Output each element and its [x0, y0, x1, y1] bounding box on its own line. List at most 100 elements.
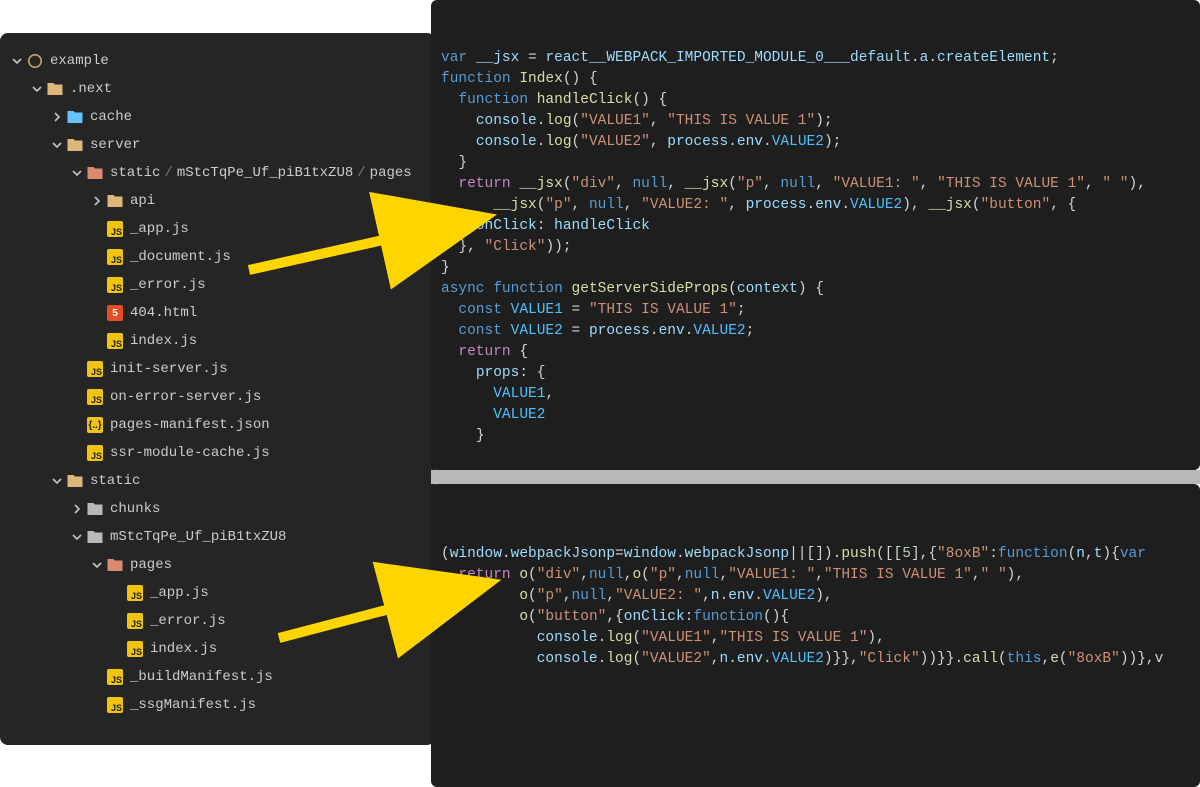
- tree-item--ssgmanifest-js[interactable]: JS_ssgManifest.js: [0, 691, 435, 719]
- code-line: console.log("VALUE1", "THIS IS VALUE 1")…: [441, 111, 1190, 132]
- tree-label: chunks: [110, 501, 160, 517]
- file-icon: [106, 192, 124, 210]
- code-line: }: [441, 258, 1190, 279]
- tree-label: .next: [70, 81, 112, 97]
- file-icon: JS: [86, 388, 104, 406]
- chevron-none-icon: [70, 390, 84, 404]
- chevron-none-icon: [90, 250, 104, 264]
- tree-label: index.js: [130, 333, 197, 349]
- file-icon: [66, 472, 84, 490]
- chevron-none-icon: [90, 334, 104, 348]
- code-line: console.log("VALUE2", process.env.VALUE2…: [441, 132, 1190, 153]
- tree-item--app-js[interactable]: JS _app.js: [0, 215, 435, 243]
- chevron-none-icon: [70, 362, 84, 376]
- tree-item--error-js[interactable]: JS_error.js: [0, 607, 435, 635]
- chevron-none-icon: [110, 586, 124, 600]
- file-icon: 5: [106, 304, 124, 322]
- tree-root[interactable]: example: [0, 47, 435, 75]
- file-icon: [86, 164, 104, 182]
- tree-item-ssr-module-cache-js[interactable]: JS ssr-module-cache.js: [0, 439, 435, 467]
- tree-item--error-js[interactable]: JS _error.js: [0, 271, 435, 299]
- code-line: props: {: [441, 363, 1190, 384]
- file-icon: JS: [106, 220, 124, 238]
- tree-label: mStcTqPe_Uf_piB1txZU8: [110, 529, 286, 545]
- code-line: }: [441, 426, 1190, 447]
- file-icon: JS: [106, 276, 124, 294]
- tree-item--buildmanifest-js[interactable]: JS_buildManifest.js: [0, 663, 435, 691]
- tree-label: example: [50, 53, 109, 69]
- tree-label: ssr-module-cache.js: [110, 445, 270, 461]
- file-explorer[interactable]: example .next cache server static/mStcTqPe_U…: [0, 33, 435, 745]
- tree-label: pages-manifest.json: [110, 417, 270, 433]
- chevron-down-icon: [70, 166, 84, 180]
- file-icon: JS: [126, 584, 144, 602]
- chevron-none-icon: [90, 306, 104, 320]
- tree-label: _app.js: [130, 221, 189, 237]
- tree-label: static/mStcTqPe_Uf_piB1txZU8/pages: [110, 165, 412, 181]
- tree-item--document-js[interactable]: JS _document.js: [0, 243, 435, 271]
- chevron-down-icon: [90, 558, 104, 572]
- tree-label: _error.js: [130, 277, 206, 293]
- tree-label: index.js: [150, 641, 217, 657]
- tree-item--next[interactable]: .next: [0, 75, 435, 103]
- file-icon: JS: [106, 248, 124, 266]
- code-line: onClick: handleClick: [441, 216, 1190, 237]
- file-icon: [86, 528, 104, 546]
- chevron-none-icon: [70, 418, 84, 432]
- tree-item-static[interactable]: static: [0, 467, 435, 495]
- file-icon: [66, 136, 84, 154]
- code-line: const VALUE1 = "THIS IS VALUE 1";: [441, 300, 1190, 321]
- tree-label: 404.html: [130, 305, 197, 321]
- file-icon: [86, 500, 104, 518]
- chevron-down-icon: [30, 82, 44, 96]
- code-line: VALUE2: [441, 405, 1190, 426]
- file-icon: JS: [106, 696, 124, 714]
- tree-item-server[interactable]: server: [0, 131, 435, 159]
- tree-item-chunks[interactable]: chunks: [0, 495, 435, 523]
- file-icon: JS: [126, 612, 144, 630]
- chevron-right-icon: [50, 110, 64, 124]
- chevron-none-icon: [90, 222, 104, 236]
- chevron-right-icon: [90, 194, 104, 208]
- chevron-down-icon: [50, 138, 64, 152]
- editor-pane-bottom[interactable]: (window.webpackJsonp=window.webpackJsonp…: [431, 484, 1200, 787]
- code-line: o("p",null,"VALUE2: ",n.env.VALUE2),: [441, 586, 1190, 607]
- code-line: async function getServerSideProps(contex…: [441, 279, 1190, 300]
- tree-item-404-html[interactable]: 5 404.html: [0, 299, 435, 327]
- tree-item-mstctqpe-uf-pib1txzu8[interactable]: mStcTqPe_Uf_piB1txZU8: [0, 523, 435, 551]
- tree-item--app-js[interactable]: JS _app.js: [0, 579, 435, 607]
- code-line: console.log("VALUE1","THIS IS VALUE 1"),: [441, 628, 1190, 649]
- tree-item-pages[interactable]: pages: [0, 551, 435, 579]
- code-line: function Index() {: [441, 69, 1190, 90]
- tree-label: _app.js: [150, 585, 209, 601]
- tree-item-on-error-server-js[interactable]: JS on-error-server.js: [0, 383, 435, 411]
- tree-item-index-js[interactable]: JSindex.js: [0, 327, 435, 355]
- tree-item-pages-manifest-json[interactable]: {..} pages-manifest.json: [0, 411, 435, 439]
- tree-item-static-mstctqpe-uf-pib1txzu8-pages[interactable]: static/mStcTqPe_Uf_piB1txZU8/pages: [0, 159, 435, 187]
- tree-item-cache[interactable]: cache: [0, 103, 435, 131]
- tree-item-api[interactable]: api: [0, 187, 435, 215]
- chevron-down-icon: [50, 474, 64, 488]
- code-line: return {: [441, 342, 1190, 363]
- code-line: VALUE1,: [441, 384, 1190, 405]
- pane-divider[interactable]: [431, 470, 1200, 484]
- chevron-none-icon: [90, 670, 104, 684]
- tree-label: _document.js: [130, 249, 231, 265]
- tree-label: on-error-server.js: [110, 389, 261, 405]
- code-line: __jsx("p", null, "VALUE2: ", process.env…: [441, 195, 1190, 216]
- file-icon: {..}: [86, 416, 104, 434]
- file-icon: JS: [86, 444, 104, 462]
- chevron-none-icon: [70, 446, 84, 460]
- tree-item-index-js[interactable]: JSindex.js: [0, 635, 435, 663]
- chevron-none-icon: [90, 698, 104, 712]
- code-line: function handleClick() {: [441, 90, 1190, 111]
- code-line: var __jsx = react__WEBPACK_IMPORTED_MODU…: [441, 48, 1190, 69]
- editor-pane-top[interactable]: var __jsx = react__WEBPACK_IMPORTED_MODU…: [431, 0, 1200, 470]
- tree-label: cache: [90, 109, 132, 125]
- chevron-down-icon: [70, 530, 84, 544]
- tree-item-init-server-js[interactable]: JSinit-server.js: [0, 355, 435, 383]
- tree-label: server: [90, 137, 140, 153]
- chevron-none-icon: [110, 642, 124, 656]
- code-line: o("button",{onClick:function(){: [441, 607, 1190, 628]
- code-line: }: [441, 153, 1190, 174]
